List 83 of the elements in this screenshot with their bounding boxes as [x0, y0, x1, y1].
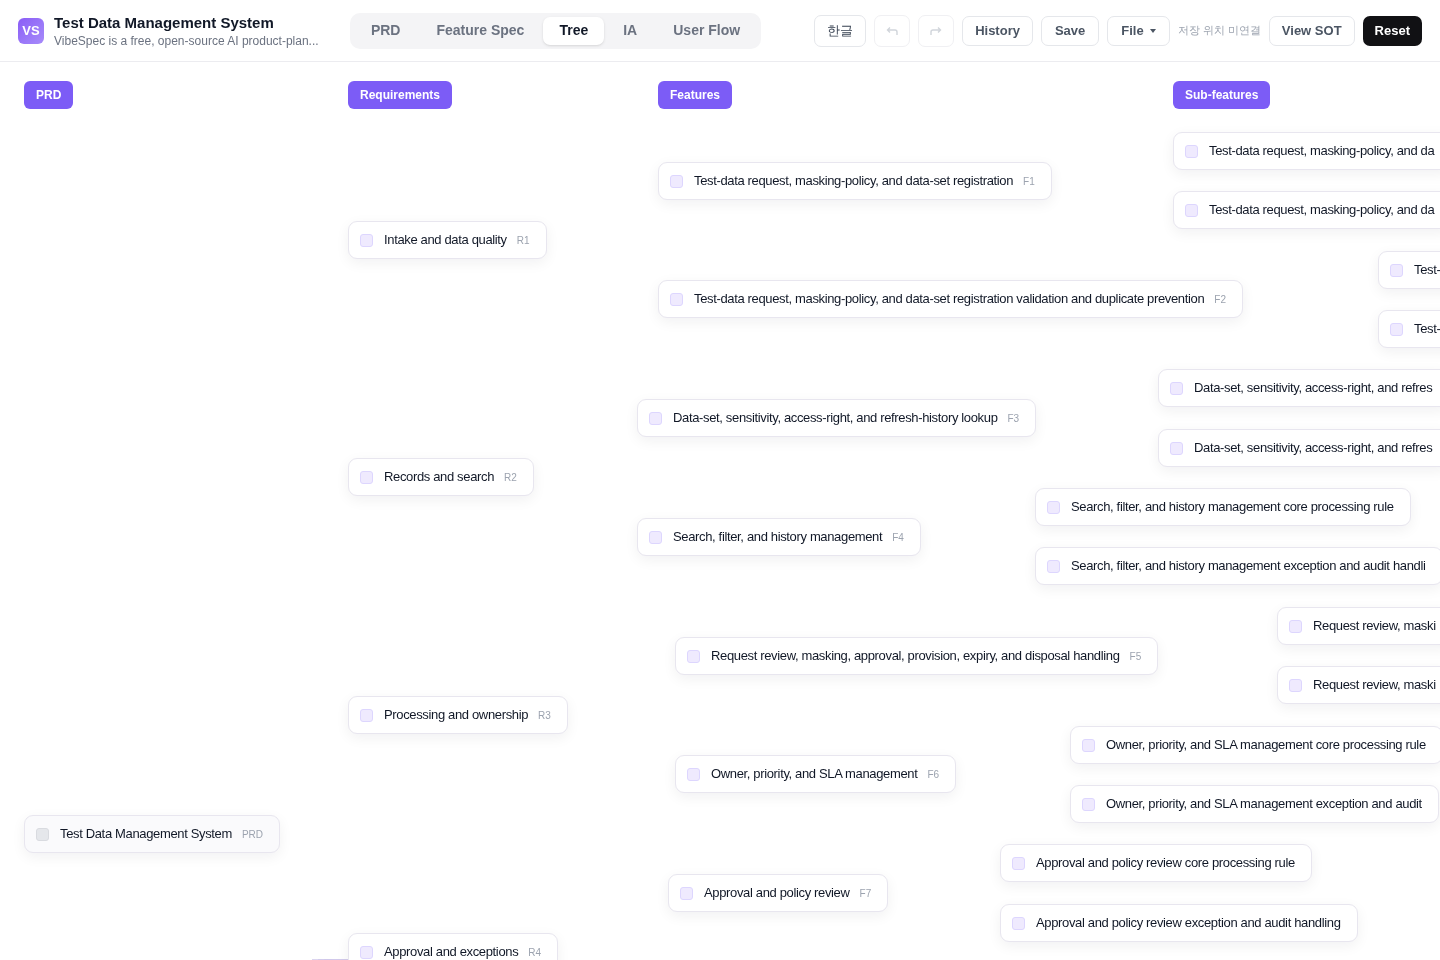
node-label: Intake and data quality — [384, 231, 507, 250]
app-title: Test Data Management System — [54, 12, 275, 33]
node-code: R1 — [516, 233, 530, 248]
tree-node[interactable]: Approval and policy review exception and audit handling — [1000, 904, 1358, 942]
tree-node[interactable]: Search, filter, and history management F4 — [637, 518, 921, 556]
storage-status: 저장 위치 미연결 — [1177, 23, 1261, 39]
node-label: Test Data Management System — [60, 825, 232, 844]
tree-node[interactable]: Owner, priority, and SLA management exception and audit — [1070, 785, 1439, 823]
app-subtitle: VibeSpec is a free, open-source AI product-plan... — [54, 32, 319, 49]
node-label: Request review, maski — [1313, 617, 1436, 636]
node-code: F6 — [927, 767, 940, 782]
history-button[interactable]: History — [962, 15, 1033, 46]
node-code: F4 — [892, 530, 904, 545]
node-label: Test-data request, masking-policy, and data-set registration — [694, 172, 1014, 191]
node-code: R2 — [504, 470, 517, 485]
tree-node[interactable]: Data-set, sensitivity, access-right, and refresh-history lookup F3 — [637, 399, 1037, 437]
node-code: R4 — [528, 945, 542, 960]
node-label: Search, filter, and history management exception and audit handli — [1071, 557, 1426, 576]
node-label: Test- — [1414, 320, 1440, 339]
tree-node[interactable]: Search, filter, and history management core processing rule — [1035, 488, 1411, 526]
file-button[interactable]: File — [1107, 15, 1170, 46]
column-label: Requirements — [348, 81, 453, 109]
view-tab[interactable]: PRD — [353, 16, 418, 45]
tree-node[interactable]: Approval and policy review core processing rule — [1000, 844, 1312, 882]
node-label: Records and search — [384, 468, 495, 487]
reset-button[interactable]: Reset — [1362, 15, 1422, 46]
tree-node[interactable]: Data-set, sensitivity, access-right, and refres — [1158, 369, 1440, 407]
tree-node[interactable]: Test-data request, masking-policy, and data-set registration validation and duplicate prevention F2 — [658, 280, 1243, 318]
node-label: Processing and ownership — [384, 706, 529, 725]
tree-node[interactable]: Owner, priority, and SLA management core processing rule — [1070, 726, 1440, 764]
tree-node[interactable]: Search, filter, and history management exception and audit handli — [1035, 547, 1440, 585]
view-tab[interactable]: User Flow — [656, 16, 758, 45]
tree-node[interactable]: Test Data Management System PRD — [24, 815, 281, 853]
node-label: Test- — [1414, 261, 1440, 280]
tree-node[interactable]: Test-data request, masking-policy, and da — [1173, 191, 1440, 229]
node-label: Search, filter, and history management core processing rule — [1071, 498, 1394, 517]
view-sot-button[interactable]: View SOT — [1268, 15, 1355, 46]
tree-node[interactable]: Test-data request, masking-policy, and da — [1173, 132, 1440, 170]
node-label: Request review, maski — [1313, 676, 1436, 695]
tree-node[interactable]: Intake and data quality R1 — [348, 221, 547, 259]
tree-node[interactable]: Test- — [1378, 310, 1440, 348]
save-button[interactable]: Save — [1040, 15, 1100, 46]
tree-node[interactable]: Records and search R2 — [348, 458, 534, 496]
node-label: Data-set, sensitivity, access-right, and refres — [1194, 439, 1433, 458]
node-label: Data-set, sensitivity, access-right, and refresh-history lookup — [673, 409, 998, 428]
view-tab[interactable]: Feature Spec — [419, 16, 542, 45]
node-code: R3 — [538, 708, 551, 723]
tree-node[interactable]: Request review, masking, approval, provision, expiry, and disposal handling F5 — [675, 637, 1159, 675]
tree-node[interactable]: Test-data request, masking-policy, and data-set registration F1 — [658, 162, 1052, 200]
node-code: F2 — [1214, 292, 1226, 307]
node-label: Approval and exceptions — [384, 943, 519, 960]
node-code: F1 — [1023, 174, 1035, 189]
view-tab[interactable]: IA — [606, 16, 655, 45]
node-label: Data-set, sensitivity, access-right, and refres — [1194, 379, 1433, 398]
node-code: F3 — [1007, 411, 1020, 426]
node-label: Owner, priority, and SLA management exception and audit — [1106, 795, 1422, 814]
node-code: F7 — [859, 886, 872, 901]
tree-node[interactable]: Approval and exceptions R4 — [348, 933, 559, 960]
tree-node[interactable]: Test- — [1378, 251, 1440, 289]
tree-node[interactable]: Request review, maski — [1277, 666, 1440, 704]
logo-icon: VS — [18, 17, 44, 44]
node-label: Owner, priority, and SLA management — [711, 765, 918, 784]
node-code: F5 — [1129, 649, 1142, 664]
node-label: Test-data request, masking-policy, and data-set registration validation and duplicate prevention — [694, 290, 1205, 309]
view-tab[interactable]: Tree — [543, 16, 605, 45]
node-label: Owner, priority, and SLA management core processing rule — [1106, 736, 1426, 755]
node-label: Request review, masking, approval, provision, expiry, and disposal handling — [711, 647, 1120, 666]
node-label: Test-data request, masking-policy, and da — [1209, 201, 1435, 220]
column-label: Sub-features — [1173, 81, 1271, 109]
node-label: Approval and policy review core processing rule — [1036, 854, 1295, 873]
tree-node[interactable]: Request review, maski — [1277, 607, 1440, 645]
node-label: Approval and policy review exception and audit handling — [1036, 914, 1341, 933]
tree-node[interactable]: Data-set, sensitivity, access-right, and refres — [1158, 429, 1440, 467]
tree-node[interactable]: Processing and ownership R3 — [348, 696, 568, 734]
node-label: Test-data request, masking-policy, and da — [1209, 142, 1435, 161]
node-label: Search, filter, and history management — [673, 528, 883, 547]
node-label: Approval and policy review — [704, 884, 850, 903]
column-label: Features — [658, 81, 733, 109]
language-button[interactable]: 한글 — [814, 14, 867, 47]
tree-node[interactable]: Approval and policy review F7 — [668, 874, 889, 912]
column-label: PRD — [24, 81, 74, 109]
tree-node[interactable]: Owner, priority, and SLA management F6 — [675, 755, 957, 793]
node-code: PRD — [241, 827, 264, 842]
